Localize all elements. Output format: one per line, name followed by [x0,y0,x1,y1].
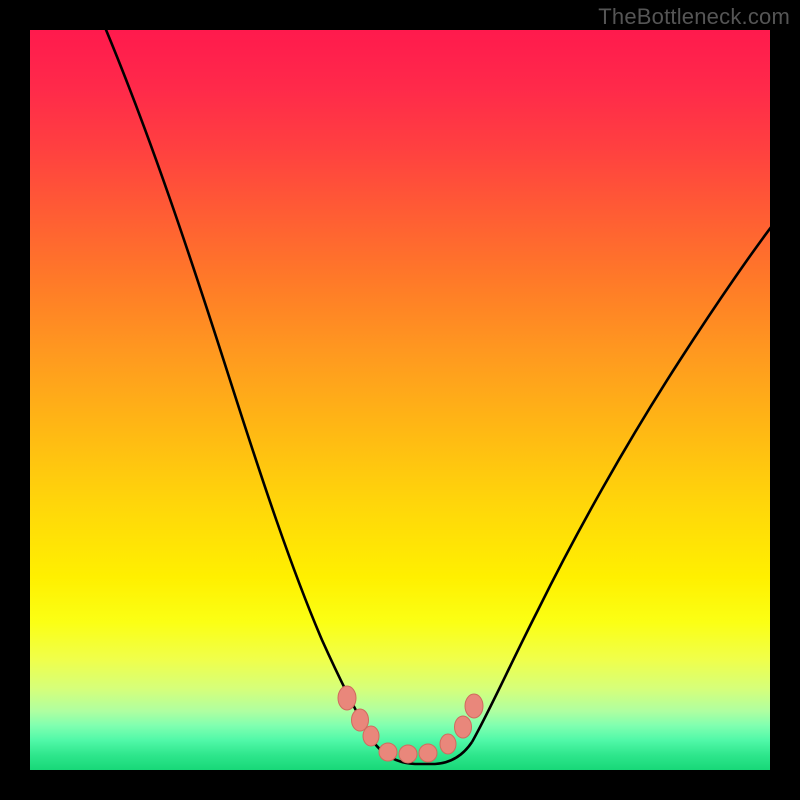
marker-dot [399,745,417,763]
marker-dot [363,726,379,746]
chart-frame: TheBottleneck.com [0,0,800,800]
marker-dot [455,716,472,738]
curve-left [104,30,372,740]
marker-dot [419,744,437,762]
marker-dot [379,743,397,761]
marker-dot [338,686,356,710]
marker-dot [440,734,456,754]
valley-markers [338,686,483,763]
curve-right [472,222,770,742]
chart-svg [30,30,770,770]
watermark-text: TheBottleneck.com [598,4,790,30]
marker-dot [465,694,483,718]
plot-area [30,30,770,770]
